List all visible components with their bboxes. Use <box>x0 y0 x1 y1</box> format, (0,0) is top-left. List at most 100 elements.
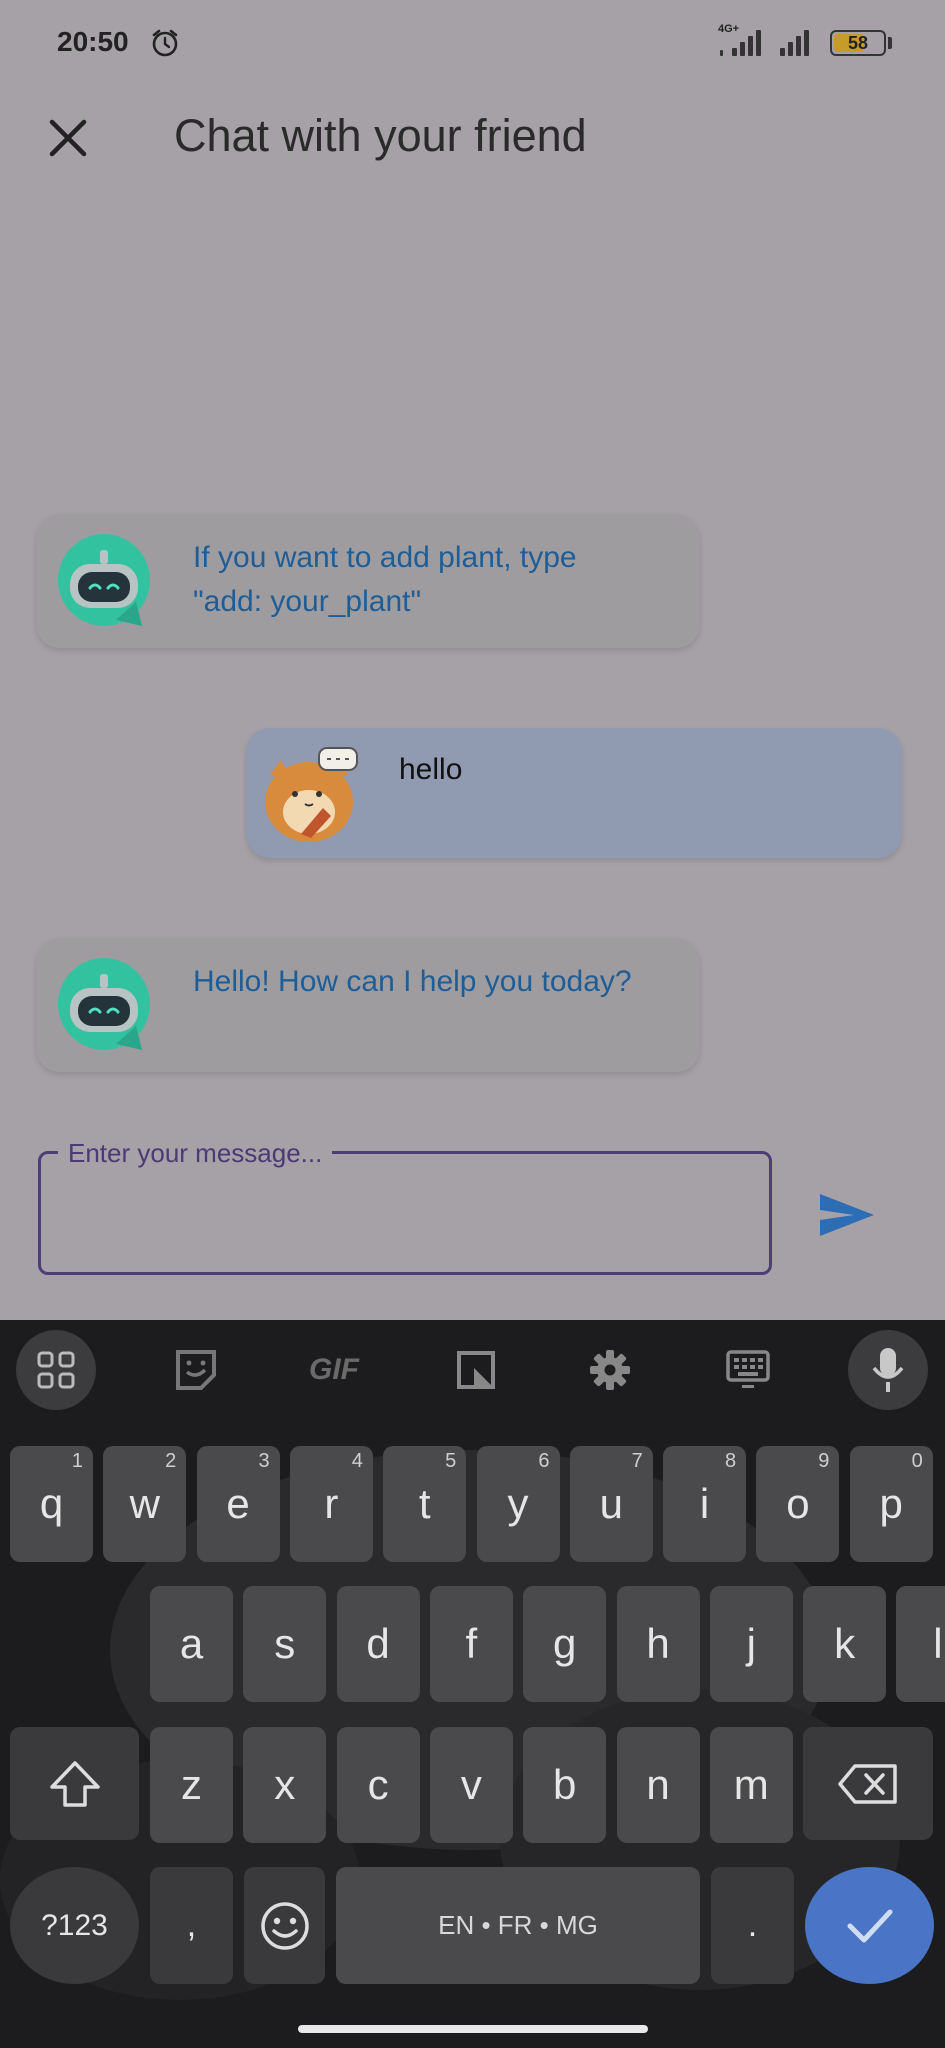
bot-avatar-icon <box>58 958 150 1050</box>
key-m[interactable]: m <box>709 1727 793 1843</box>
apps-icon <box>37 1351 75 1389</box>
settings-gear-icon <box>590 1350 630 1390</box>
gesture-navigation-bar[interactable] <box>298 2025 648 2033</box>
key-hint-number: 6 <box>538 1450 550 1472</box>
key-label: t <box>418 1480 431 1527</box>
key-k[interactable]: k <box>803 1586 887 1702</box>
key-label: r <box>324 1480 339 1527</box>
period-key[interactable]: . <box>711 1867 794 1984</box>
keyboard-icon <box>726 1350 770 1388</box>
key-r[interactable]: r4 <box>289 1446 373 1562</box>
key-label: s <box>274 1620 296 1667</box>
message-input[interactable] <box>38 1151 772 1275</box>
comma-key[interactable]: , <box>150 1867 233 1984</box>
key-n[interactable]: n <box>616 1727 700 1843</box>
key-label: a <box>179 1620 204 1667</box>
space-key[interactable]: EN • FR • MG <box>336 1867 700 1984</box>
backspace-icon <box>838 1763 897 1804</box>
key-hint-number: 2 <box>165 1450 177 1472</box>
keyboard-switch-button[interactable] <box>718 1330 778 1410</box>
bot-message-bubble: If you want to add plant, type "add: you… <box>36 514 700 648</box>
key-hint-number: 9 <box>818 1450 830 1472</box>
key-label: w <box>129 1480 160 1527</box>
key-a[interactable]: a <box>150 1586 233 1702</box>
signal-strength-icon-2 <box>780 26 820 56</box>
emoji-key[interactable] <box>244 1867 325 1984</box>
key-label: o <box>786 1480 810 1527</box>
key-hint-number: 0 <box>911 1450 923 1472</box>
key-label: h <box>646 1620 670 1667</box>
key-hint-number: 5 <box>445 1450 457 1472</box>
backspace-key[interactable] <box>803 1727 933 1840</box>
shift-icon <box>49 1760 100 1807</box>
key-e[interactable]: e3 <box>196 1446 280 1562</box>
signal-strength-icon <box>718 26 768 56</box>
key-o[interactable]: o9 <box>756 1446 840 1562</box>
bot-message-bubble: Hello! How can I help you today? <box>36 938 700 1072</box>
key-c[interactable]: c <box>336 1727 420 1843</box>
key-q[interactable]: q1 <box>10 1446 93 1562</box>
user-message-bubble: hello <box>246 728 902 858</box>
key-u[interactable]: u7 <box>569 1446 653 1562</box>
key-label: i <box>699 1480 710 1527</box>
key-label: q <box>39 1480 64 1527</box>
key-label: p <box>879 1480 903 1527</box>
bot-avatar-icon <box>58 534 150 626</box>
key-p[interactable]: p0 <box>849 1446 933 1562</box>
bot-message-text: If you want to add plant, type "add: you… <box>193 541 577 618</box>
sticker-button[interactable] <box>166 1330 226 1410</box>
key-label: m <box>733 1761 769 1808</box>
key-label: n <box>646 1761 670 1808</box>
alarm-icon <box>152 29 178 57</box>
message-input-label: Enter your message... <box>58 1138 333 1169</box>
key-x[interactable]: x <box>243 1727 327 1843</box>
battery-icon: 58 <box>830 30 886 56</box>
key-label: f <box>465 1620 478 1667</box>
key-i[interactable]: i8 <box>663 1446 747 1562</box>
gif-button[interactable]: GIF <box>298 1330 370 1410</box>
key-z[interactable]: z <box>150 1727 233 1843</box>
key-d[interactable]: d <box>336 1586 420 1702</box>
key-y[interactable]: y6 <box>476 1446 560 1562</box>
close-icon[interactable] <box>40 110 96 166</box>
checkmark-icon <box>847 1909 892 1942</box>
key-hint-number: 3 <box>258 1450 270 1472</box>
key-f[interactable]: f <box>429 1586 513 1702</box>
shift-key[interactable] <box>10 1727 139 1840</box>
emoji-icon <box>260 1901 309 1950</box>
clipboard-icon <box>457 1351 495 1389</box>
symbols-key[interactable]: ?123 <box>10 1867 139 1984</box>
user-message-text: hello <box>399 753 463 786</box>
key-label: b <box>553 1761 577 1808</box>
key-b[interactable]: b <box>523 1727 607 1843</box>
mic-button[interactable] <box>848 1330 928 1410</box>
key-h[interactable]: h <box>616 1586 700 1702</box>
enter-key[interactable] <box>805 1867 934 1984</box>
send-icon[interactable] <box>818 1190 876 1240</box>
key-j[interactable]: j <box>709 1586 793 1702</box>
key-w[interactable]: w2 <box>103 1446 187 1562</box>
key-label: x <box>274 1761 296 1808</box>
key-label: d <box>366 1620 390 1667</box>
key-hint-number: 7 <box>631 1450 643 1472</box>
cat-avatar-icon <box>265 747 358 842</box>
key-label: v <box>460 1761 482 1808</box>
key-label: e <box>226 1480 250 1527</box>
key-g[interactable]: g <box>523 1586 607 1702</box>
key-label: u <box>599 1480 623 1527</box>
clipboard-button[interactable] <box>446 1330 506 1410</box>
key-label: c <box>367 1761 389 1808</box>
key-s[interactable]: s <box>243 1586 327 1702</box>
page-title: Chat with your friend <box>174 110 587 161</box>
key-label: k <box>834 1620 856 1667</box>
mic-icon <box>872 1348 904 1392</box>
settings-button[interactable] <box>580 1330 640 1410</box>
key-t[interactable]: t5 <box>383 1446 467 1562</box>
key-l[interactable]: l <box>896 1586 945 1702</box>
key-hint-number: 1 <box>71 1450 83 1472</box>
key-v[interactable]: v <box>429 1727 513 1843</box>
key-label: y <box>507 1480 529 1527</box>
key-label: g <box>553 1620 577 1667</box>
key-hint-number: 8 <box>724 1450 737 1472</box>
apps-button[interactable] <box>16 1330 96 1410</box>
